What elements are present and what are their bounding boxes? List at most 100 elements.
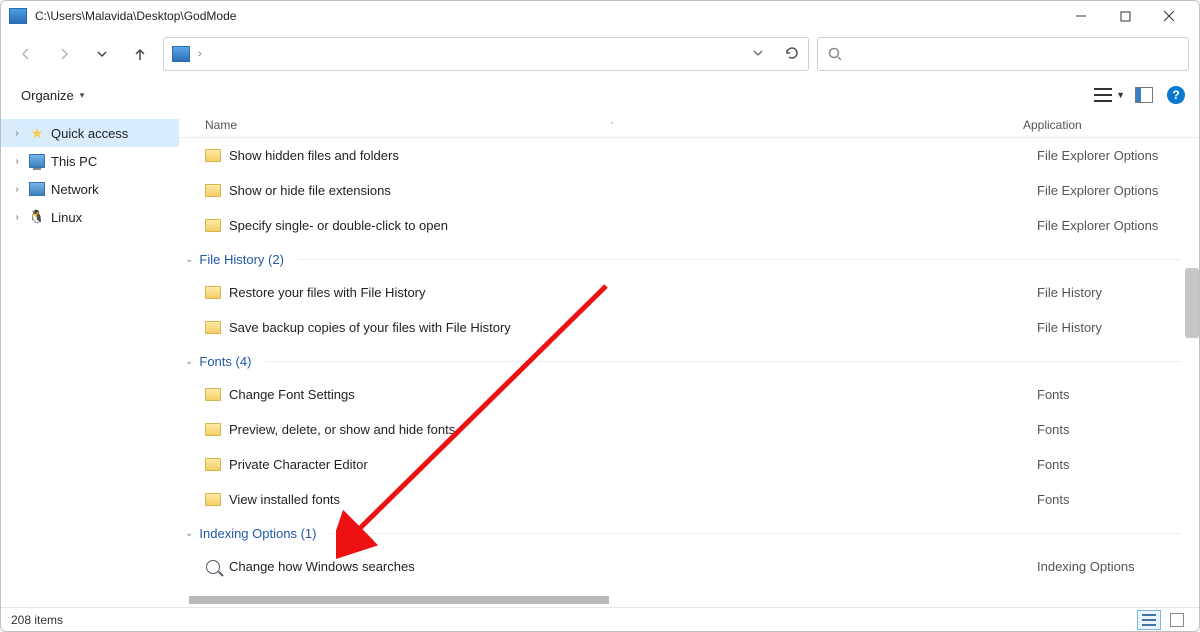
details-view-button[interactable]: [1137, 610, 1161, 630]
group-header[interactable]: ⌄Internet Options (15): [179, 584, 1199, 593]
organize-label: Organize: [21, 88, 74, 103]
back-button[interactable]: [11, 39, 41, 69]
forward-button[interactable]: [49, 39, 79, 69]
up-button[interactable]: [125, 39, 155, 69]
chevron-down-icon: ⌄: [185, 356, 193, 367]
help-button[interactable]: ?: [1167, 86, 1185, 104]
network-icon: [29, 181, 45, 197]
sidebar-item-this-pc[interactable]: › This PC: [1, 147, 179, 175]
group-header[interactable]: ⌄Fonts (4): [179, 345, 1199, 377]
chevron-right-icon[interactable]: ›: [11, 212, 23, 223]
folder-icon: [205, 423, 221, 437]
sort-indicator-icon: ˆ: [610, 121, 613, 131]
body: › ★ Quick access › This PC › Network › 🐧…: [1, 113, 1199, 607]
chevron-right-icon[interactable]: ›: [11, 156, 23, 167]
item-name: Show hidden files and folders: [229, 148, 1037, 163]
item-name: Change how Windows searches: [229, 559, 1037, 574]
refresh-button[interactable]: [784, 45, 800, 64]
item-application: Fonts: [1037, 492, 1070, 507]
recent-dropdown[interactable]: [87, 39, 117, 69]
item-application: Indexing Options: [1037, 559, 1135, 574]
star-icon: ★: [29, 125, 45, 141]
minimize-button[interactable]: [1059, 1, 1103, 31]
list-item[interactable]: Change how Windows searchesIndexing Opti…: [179, 549, 1199, 584]
item-name: Change Font Settings: [229, 387, 1037, 402]
list-item[interactable]: Private Character EditorFonts: [179, 447, 1199, 482]
app-icon: [9, 8, 27, 24]
item-name: Save backup copies of your files with Fi…: [229, 320, 1037, 335]
chevron-down-icon: ⌄: [185, 528, 193, 539]
sidebar-item-label: Network: [51, 182, 99, 197]
folder-icon: [205, 219, 221, 233]
chevron-down-icon: ▾: [80, 90, 85, 101]
chevron-right-icon[interactable]: ›: [11, 128, 23, 139]
item-application: File History: [1037, 285, 1102, 300]
close-button[interactable]: [1147, 1, 1191, 31]
column-name[interactable]: Name ˆ: [205, 118, 1023, 132]
item-application: File Explorer Options: [1037, 218, 1158, 233]
item-application: File Explorer Options: [1037, 148, 1158, 163]
scroll-thumb[interactable]: [1185, 268, 1199, 338]
list-item[interactable]: Show hidden files and foldersFile Explor…: [179, 138, 1199, 173]
window-title: C:\Users\Malavida\Desktop\GodMode: [35, 9, 236, 23]
folder-icon: [205, 286, 221, 300]
list-item[interactable]: Preview, delete, or show and hide fontsF…: [179, 412, 1199, 447]
folder-icon: [205, 149, 221, 163]
sidebar-item-label: Linux: [51, 210, 82, 225]
thumbnails-view-button[interactable]: [1165, 610, 1189, 630]
divider: [330, 533, 1181, 534]
thumbnails-icon: [1170, 613, 1184, 627]
list-item[interactable]: Show or hide file extensionsFile Explore…: [179, 173, 1199, 208]
sidebar-item-quick-access[interactable]: › ★ Quick access: [1, 119, 179, 147]
details-icon: [1142, 614, 1156, 626]
folder-icon: [205, 388, 221, 402]
group-label: File History (2): [199, 252, 284, 267]
status-bar: 208 items: [1, 607, 1199, 632]
item-application: Fonts: [1037, 387, 1070, 402]
chevron-right-icon[interactable]: ›: [11, 184, 23, 195]
preview-pane-button[interactable]: [1135, 87, 1153, 103]
search-icon: [828, 47, 842, 61]
item-name: View installed fonts: [229, 492, 1037, 507]
chevron-right-icon[interactable]: ›: [198, 48, 202, 60]
view-layout-button[interactable]: ▼: [1094, 88, 1125, 102]
column-application[interactable]: Application: [1023, 118, 1199, 132]
maximize-button[interactable]: [1103, 1, 1147, 31]
sidebar-item-network[interactable]: › Network: [1, 175, 179, 203]
file-list: Show hidden files and foldersFile Explor…: [179, 138, 1199, 593]
list-item[interactable]: Restore your files with File HistoryFile…: [179, 275, 1199, 310]
address-bar[interactable]: ›: [163, 37, 809, 71]
column-headers: Name ˆ Application: [179, 113, 1199, 138]
item-application: File Explorer Options: [1037, 183, 1158, 198]
group-header[interactable]: ⌄ Indexing Options (1): [179, 517, 1199, 549]
folder-icon: [205, 321, 221, 335]
item-name: Restore your files with File History: [229, 285, 1037, 300]
divider: [298, 259, 1181, 260]
folder-icon: [205, 184, 221, 198]
group-header[interactable]: ⌄File History (2): [179, 243, 1199, 275]
item-application: Fonts: [1037, 457, 1070, 472]
pane-icon: [1135, 87, 1153, 103]
horizontal-scrollbar[interactable]: [189, 593, 1181, 607]
vertical-scrollbar[interactable]: [1185, 138, 1199, 593]
organize-button[interactable]: Organize ▾: [15, 85, 90, 106]
item-application: File History: [1037, 320, 1102, 335]
main-pane: Name ˆ Application Show hidden files and…: [179, 113, 1199, 607]
linux-icon: 🐧: [29, 209, 45, 225]
group-label: Indexing Options (1): [199, 526, 316, 541]
nav-row: ›: [1, 31, 1199, 77]
search-icon: [205, 560, 221, 574]
list-item[interactable]: Save backup copies of your files with Fi…: [179, 310, 1199, 345]
list-item[interactable]: Change Font SettingsFonts: [179, 377, 1199, 412]
folder-icon: [205, 458, 221, 472]
list-item[interactable]: View installed fontsFonts: [179, 482, 1199, 517]
sidebar-item-label: Quick access: [51, 126, 128, 141]
list-item[interactable]: Specify single- or double-click to openF…: [179, 208, 1199, 243]
sidebar: › ★ Quick access › This PC › Network › 🐧…: [1, 113, 179, 607]
search-box[interactable]: [817, 37, 1189, 71]
address-dropdown[interactable]: [752, 47, 764, 62]
toolbar: Organize ▾ ▼ ?: [1, 77, 1199, 113]
scroll-thumb[interactable]: [189, 596, 609, 604]
sidebar-item-linux[interactable]: › 🐧 Linux: [1, 203, 179, 231]
item-name: Specify single- or double-click to open: [229, 218, 1037, 233]
